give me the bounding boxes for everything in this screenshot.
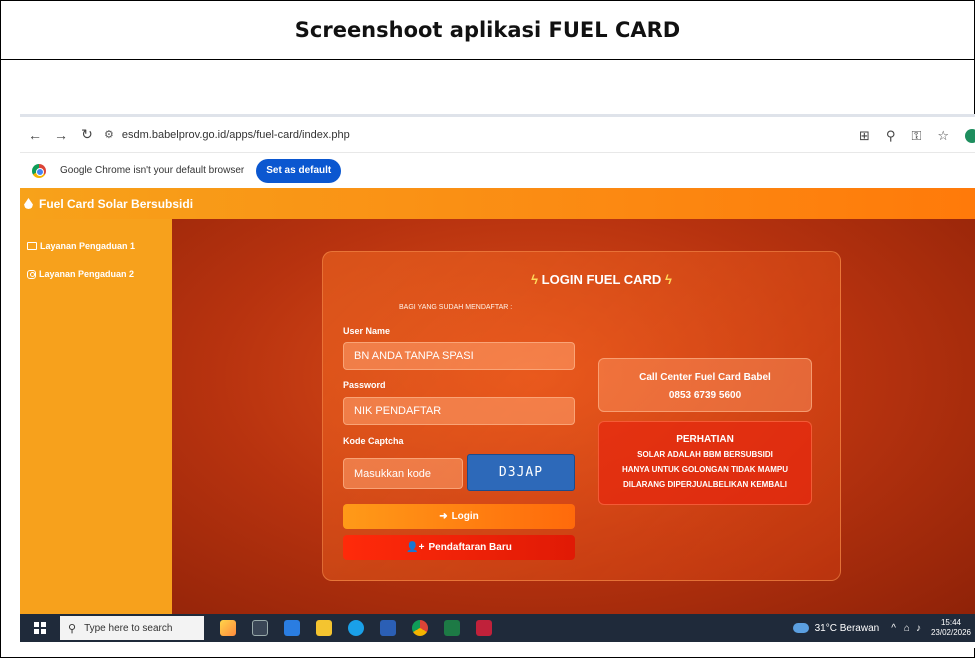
login-arrow-icon: ➜: [439, 511, 448, 522]
app-header: Fuel Card Solar Bersubsidi: [20, 188, 975, 219]
site-info-icon[interactable]: ⚙: [104, 128, 114, 141]
clock-time: 15:44: [940, 618, 961, 627]
edge-icon[interactable]: [348, 620, 364, 636]
sidebar: Layanan Pengaduan 1 Layanan Pengaduan 2: [20, 219, 172, 614]
pdf-icon[interactable]: [476, 620, 492, 636]
url-text: esdm.babelprov.go.id/apps/fuel-card/inde…: [121, 128, 350, 141]
zoom-icon[interactable]: ⚲: [886, 128, 896, 144]
lightning-icon: ϟ: [531, 272, 539, 287]
teams-icon[interactable]: [284, 620, 300, 636]
clock-date: 23/02/2026: [930, 628, 971, 637]
fuel-drop-icon: [24, 198, 33, 209]
app-title[interactable]: Fuel Card Solar Bersubsidi: [39, 197, 193, 211]
bookmark-star-icon[interactable]: ☆: [937, 128, 949, 144]
warning-line: DILARANG DIPERJUALBELIKAN KEMBALI: [623, 480, 787, 489]
login-title: ϟ LOGIN FUEL CARD ϟ: [531, 272, 672, 287]
profile-avatar[interactable]: [965, 129, 975, 143]
warning-line: HANYA UNTUK GOLONGAN TIDAK MAMPU: [621, 465, 789, 474]
instagram-icon: [27, 269, 36, 279]
captcha-label: Kode Captcha: [343, 436, 404, 446]
document-header: Screenshoot aplikasi FUEL CARD: [1, 1, 974, 60]
login-subtitle: BAGI YANG SUDAH MENDAFTAR :: [399, 304, 513, 311]
reload-icon[interactable]: ↻: [76, 126, 98, 143]
login-button[interactable]: ➜ Login: [343, 504, 575, 529]
browser-screenshot: ← → ↻ ⚙ esdm.babelprov.go.id/apps/fuel-c…: [20, 114, 975, 648]
url-field[interactable]: ⚙ esdm.babelprov.go.id/apps/fuel-card/in…: [104, 122, 894, 148]
taskbar-apps: [212, 620, 500, 636]
warning-box: PERHATIAN SOLAR ADALAH BBM BERSUBSIDI HA…: [598, 421, 812, 505]
chrome-logo-icon: [32, 163, 46, 178]
task-view-icon[interactable]: [252, 620, 268, 636]
clock[interactable]: 15:44 23/02/2026: [931, 618, 971, 638]
volume-icon[interactable]: ♪: [916, 623, 921, 634]
infobar-text: Google Chrome isn't your default browser: [60, 165, 245, 176]
call-center-title: Call Center Fuel Card Babel: [639, 372, 771, 383]
sidebar-item-pengaduan-2[interactable]: Layanan Pengaduan 2: [20, 263, 172, 285]
network-icon[interactable]: ⌂: [904, 623, 910, 634]
captcha-image: D3JAP: [467, 454, 575, 491]
excel-icon[interactable]: [444, 620, 460, 636]
chevron-up-icon[interactable]: ^: [891, 623, 896, 634]
address-bar: ← → ↻ ⚙ esdm.babelprov.go.id/apps/fuel-c…: [20, 114, 975, 152]
login-card: ϟ LOGIN FUEL CARD ϟ BAGI YANG SUDAH MEND…: [322, 251, 841, 581]
register-button[interactable]: 👤+ Pendaftaran Baru: [343, 535, 575, 560]
default-browser-infobar: Google Chrome isn't your default browser…: [20, 152, 975, 188]
warning-title: PERHATIAN: [676, 434, 734, 445]
username-input[interactable]: BN ANDA TANPA SPASI: [343, 342, 575, 370]
call-center-box: Call Center Fuel Card Babel 0853 6739 56…: [598, 358, 812, 412]
key-icon[interactable]: ⚿: [911, 128, 921, 144]
copilot-icon[interactable]: [220, 620, 236, 636]
system-tray: 31°C Berawan ^ ⌂ ♪ 15:44 23/02/2026: [792, 614, 971, 642]
sidebar-item-pengaduan-1[interactable]: Layanan Pengaduan 1: [20, 235, 172, 257]
sidebar-item-label: Layanan Pengaduan 2: [39, 269, 135, 279]
back-icon[interactable]: ←: [24, 127, 46, 143]
sidebar-item-label: Layanan Pengaduan 1: [40, 241, 136, 251]
password-input[interactable]: NIK PENDAFTAR: [343, 397, 575, 425]
word-icon[interactable]: [380, 620, 396, 636]
warning-line: SOLAR ADALAH BBM BERSUBSIDI: [637, 450, 773, 459]
weather-cloud-icon: [792, 623, 809, 633]
address-bar-actions: ⊞ ⚲ ⚿ ☆: [859, 117, 975, 155]
lightning-icon: ϟ: [664, 272, 672, 287]
file-explorer-icon[interactable]: [316, 620, 332, 636]
search-icon: ⚲: [68, 622, 77, 635]
username-label: User Name: [343, 326, 391, 336]
weather-text[interactable]: 31°C Berawan: [815, 623, 880, 634]
monitor-icon: [27, 242, 37, 250]
captcha-input[interactable]: Masukkan kode: [343, 458, 463, 489]
windows-start-icon[interactable]: [34, 622, 46, 634]
password-label: Password: [343, 380, 386, 390]
set-default-button[interactable]: Set as default: [256, 158, 342, 183]
taskbar-search[interactable]: ⚲ Type here to search: [60, 616, 204, 640]
call-center-phone: 0853 6739 5600: [668, 390, 742, 401]
chrome-icon[interactable]: [412, 620, 428, 636]
translate-icon[interactable]: ⊞: [859, 128, 870, 144]
forward-icon[interactable]: →: [50, 127, 72, 143]
user-plus-icon: 👤+: [406, 542, 425, 553]
document-title: Screenshoot aplikasi FUEL CARD: [294, 18, 681, 42]
windows-taskbar: ⚲ Type here to search 31°C Berawan ^ ⌂ ♪…: [20, 614, 975, 642]
